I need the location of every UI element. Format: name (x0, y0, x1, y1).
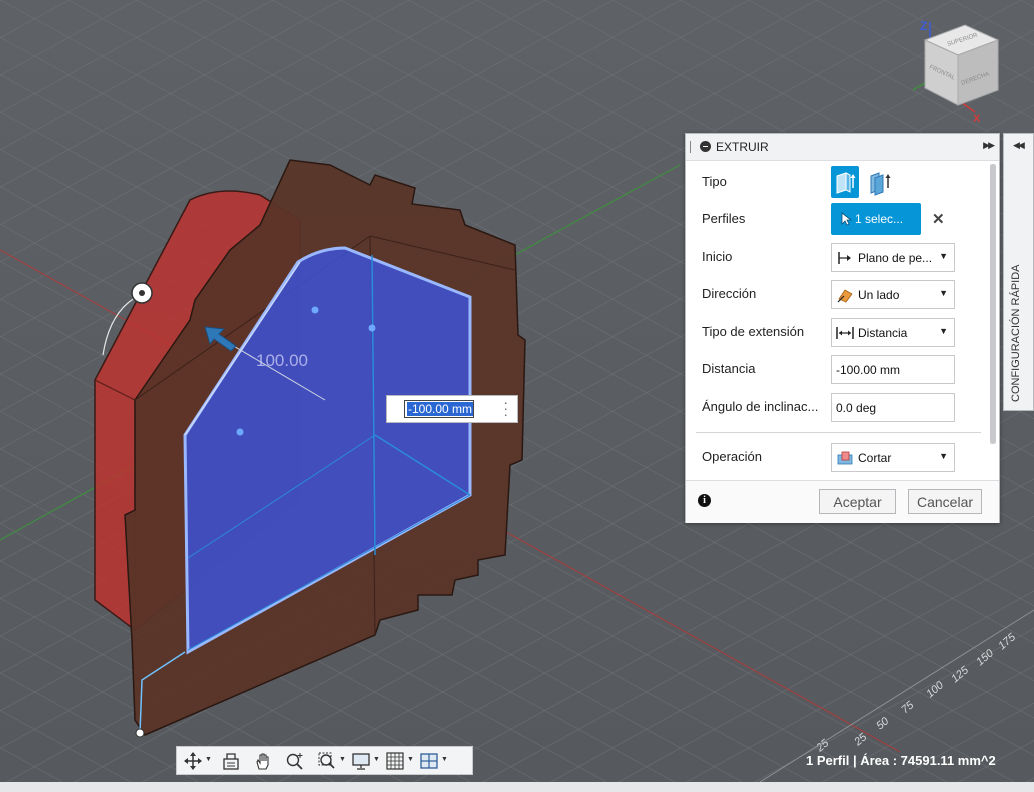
one-side-icon (837, 289, 853, 303)
extent-type-value: Distancia (858, 326, 908, 340)
info-icon[interactable]: i (698, 494, 711, 507)
chevron-down-icon: ▼ (939, 451, 948, 461)
direction-dropdown[interactable]: Un lado ▼ (831, 280, 955, 309)
drag-handle-icon[interactable] (690, 141, 693, 153)
section-divider (696, 432, 981, 433)
extrude-type-icon (836, 172, 856, 194)
collapse-icon[interactable] (700, 141, 711, 152)
operation-value: Cortar (858, 451, 892, 465)
tipo-label: Tipo (702, 174, 727, 189)
profiles-selection-text: 1 selec... (855, 212, 904, 226)
z-axis-label: Z (920, 19, 927, 33)
canvas-distance-input[interactable]: -100.00 mm · · · (386, 395, 518, 423)
cut-operation-icon (837, 451, 853, 465)
grid-settings-icon[interactable] (385, 751, 405, 771)
sketch-point (311, 306, 319, 314)
operation-dropdown[interactable]: Cortar ▼ (831, 443, 955, 472)
ok-button[interactable]: Aceptar (819, 489, 896, 514)
fit-icon[interactable] (317, 751, 337, 771)
display-settings-icon[interactable] (351, 751, 371, 771)
type-extrude-button[interactable] (831, 166, 859, 198)
sketch-point (368, 324, 376, 332)
distance-value-field[interactable]: -100.00 mm (404, 400, 474, 418)
extent-type-dropdown[interactable]: Distancia ▼ (831, 318, 955, 347)
chevron-down-icon[interactable]: ▼ (205, 756, 212, 763)
direction-value: Un lado (858, 288, 900, 302)
chevron-down-icon[interactable]: ▼ (407, 756, 414, 763)
operacion-label: Operación (702, 449, 762, 464)
chevron-down-icon[interactable]: ▼ (339, 756, 346, 763)
selection-status: 1 Perfil | Área : 74591.11 mm^2 (806, 753, 996, 768)
chevron-down-icon: ▼ (939, 288, 948, 298)
more-options-icon[interactable]: · · · (503, 395, 508, 421)
x-axis-label: X (973, 113, 981, 125)
inicio-label: Inicio (702, 249, 733, 264)
direccion-label: Dirección (702, 286, 757, 301)
profiles-selection-button[interactable]: 1 selec... (831, 203, 921, 235)
scrollbar-thumb[interactable] (990, 164, 996, 444)
distance-field[interactable]: -100.00 mm (831, 355, 955, 384)
viewports-icon[interactable] (419, 751, 439, 771)
taper-angle-value: 0.0 deg (836, 401, 877, 415)
clear-selection-icon[interactable]: ✕ (932, 210, 945, 228)
type-thin-extrude-button[interactable] (866, 166, 894, 198)
start-value: Plano de pe... (858, 251, 933, 265)
distance-extent-icon (836, 327, 854, 339)
tipo-extension-label: Tipo de extensión (702, 324, 805, 339)
chevron-down-icon[interactable]: ▼ (441, 756, 448, 763)
cursor-arrow-icon (841, 212, 853, 226)
thin-extrude-icon (870, 172, 891, 196)
chevron-down-icon: ▼ (939, 326, 948, 336)
taper-angle-field[interactable]: 0.0 deg (831, 393, 955, 422)
collapse-left-icon[interactable]: ◀◀ (1013, 140, 1025, 151)
distance-field-value: -100.00 mm (836, 363, 901, 377)
dialog-title: EXTRUIR (716, 140, 769, 154)
distancia-label: Distancia (702, 361, 756, 376)
dialog-header[interactable]: EXTRUIR ▶▶ (686, 134, 999, 161)
orbit-icon[interactable] (183, 751, 203, 771)
profile-plane-icon (838, 252, 851, 264)
dialog-footer: i Aceptar Cancelar (686, 480, 999, 523)
angulo-label: Ángulo de inclinac... (702, 399, 819, 414)
perfiles-label: Perfiles (702, 211, 746, 226)
chevron-down-icon: ▼ (939, 251, 948, 261)
start-dropdown[interactable]: Plano de pe... ▼ (831, 243, 955, 272)
chevron-down-icon[interactable]: ▼ (373, 756, 380, 763)
sketch-point (236, 428, 244, 436)
cancel-button[interactable]: Cancelar (908, 489, 982, 514)
quick-settings-tab[interactable]: ◀◀ CONFIGURACIÓN RÁPIDA (1003, 133, 1034, 411)
dimension-label: 100.00 (256, 351, 308, 370)
distance-value-text: -100.00 mm (407, 402, 474, 416)
navigation-toolbar: ▼ ▼ ▼ ▼ ▼ (176, 746, 473, 775)
dialog-scrollbar[interactable] (990, 164, 996, 444)
bottom-strip (0, 782, 1034, 792)
quick-settings-label: CONFIGURACIÓN RÁPIDA (1010, 264, 1022, 402)
look-at-icon[interactable] (221, 751, 241, 771)
origin-point (135, 728, 145, 738)
pan-icon[interactable] (253, 751, 273, 771)
expand-icon[interactable]: ▶▶ (983, 140, 995, 151)
extrude-dialog: EXTRUIR ▶▶ Tipo Perfiles 1 selec... ✕ In… (685, 133, 1000, 523)
zoom-icon[interactable] (285, 751, 305, 771)
